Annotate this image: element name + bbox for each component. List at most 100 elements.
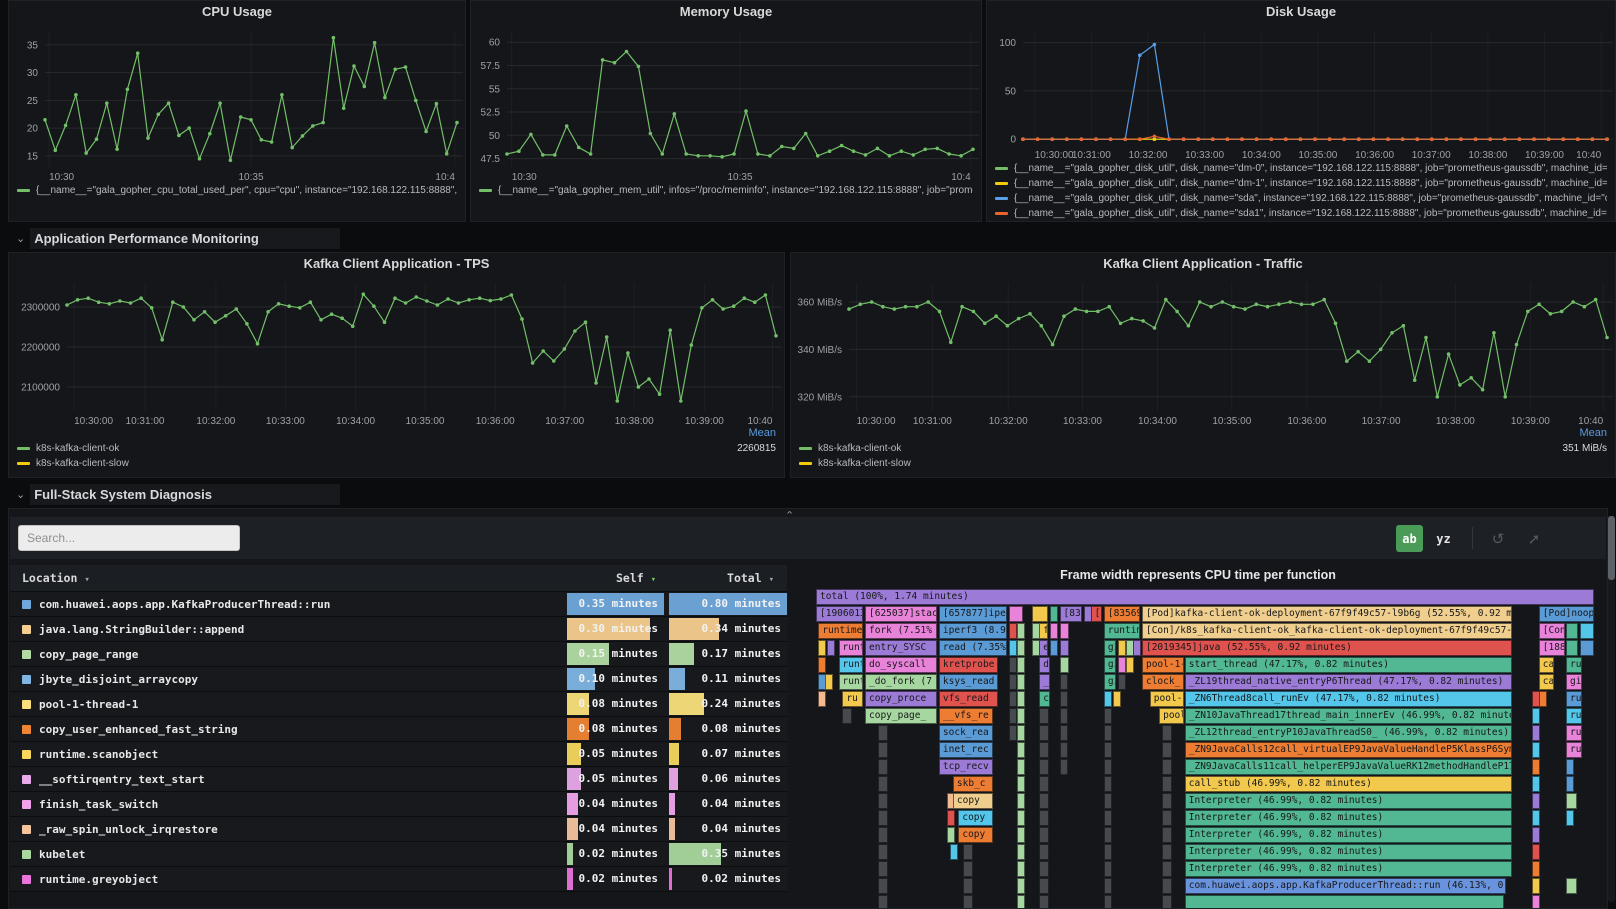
flame-frame[interactable]: ca — [1539, 674, 1554, 690]
vertical-scrollbar[interactable] — [1608, 516, 1615, 902]
collapsed-stack-pillar[interactable] — [1162, 861, 1172, 877]
collapsed-stack-pillar[interactable] — [963, 844, 973, 860]
flame-frame[interactable] — [1566, 759, 1574, 775]
flame-frame[interactable]: _d — [1039, 674, 1050, 690]
flame-frame[interactable] — [1532, 844, 1540, 860]
collapsed-stack-pillar[interactable] — [1039, 810, 1048, 826]
panel-title[interactable]: Disk Usage — [987, 1, 1615, 23]
flame-frame[interactable] — [1113, 691, 1121, 707]
disk-chart-canvas[interactable]: 05010010:30:0010:31:0010:32:0010:33:0010… — [987, 23, 1615, 161]
mean-column-header[interactable]: Mean — [791, 427, 1615, 441]
table-row[interactable]: _raw_spin_unlock_irqrestore0.04 minutes0… — [10, 817, 787, 842]
flame-frame[interactable]: [Con]/k — [1539, 623, 1565, 639]
flame-frame[interactable]: ksys_read — [939, 674, 998, 690]
legend-item[interactable]: {__name__="gala_gopher_disk_util", disk_… — [995, 191, 1607, 206]
flame-frame[interactable]: tcp_recv — [939, 759, 993, 775]
flame-frame[interactable] — [1017, 878, 1025, 894]
flame-frame[interactable] — [1017, 623, 1025, 639]
flame-frame[interactable] — [1050, 623, 1058, 639]
flame-frame[interactable]: do_syscall — [865, 657, 937, 673]
table-row[interactable]: runtime.scanobject0.05 minutes0.07 minut… — [10, 742, 787, 767]
collapsed-stack-pillar[interactable] — [1104, 895, 1112, 908]
collapsed-stack-pillar[interactable] — [878, 759, 887, 775]
flame-frame[interactable] — [1532, 793, 1540, 809]
collapsed-stack-pillar[interactable] — [1162, 895, 1172, 908]
collapsed-stack-pillar[interactable] — [1039, 776, 1048, 792]
column-header-total[interactable]: Total ▾ — [664, 565, 782, 591]
flame-frame[interactable] — [1017, 674, 1025, 690]
table-row[interactable]: copy_user_enhanced_fast_string0.08 minut… — [10, 717, 787, 742]
panel-title[interactable]: Kafka Client Application - TPS — [9, 253, 784, 275]
flame-frame[interactable]: en — [1039, 640, 1048, 656]
flame-frame[interactable] — [818, 640, 826, 656]
flame-frame[interactable]: Interpreter (46.99%, 0.82 minutes) — [1185, 827, 1512, 843]
flame-frame[interactable]: _ZN9JavaCalls11call_helperEP9JavaValueRK… — [1185, 759, 1512, 775]
flame-frame[interactable] — [947, 827, 955, 843]
collapsed-stack-pillar[interactable] — [1104, 844, 1112, 860]
flame-frame[interactable] — [1060, 657, 1069, 673]
flame-frame[interactable] — [1017, 742, 1025, 758]
flame-frame[interactable] — [1532, 895, 1540, 908]
flame-frame[interactable] — [1017, 691, 1025, 707]
text-mode-yz-button[interactable]: yz — [1430, 525, 1457, 552]
flame-frame[interactable]: pool — [1159, 708, 1184, 724]
collapsed-stack-pillar[interactable] — [1104, 810, 1112, 826]
collapsed-stack-pillar[interactable] — [1162, 827, 1172, 843]
flame-frame[interactable]: ru — [1566, 691, 1582, 707]
collapsed-stack-pillar[interactable] — [1162, 776, 1172, 792]
flame-frame[interactable]: gi — [1104, 674, 1116, 690]
collapsed-stack-pillar[interactable] — [1104, 776, 1112, 792]
flame-frame[interactable] — [1050, 640, 1058, 656]
flame-frame[interactable] — [1566, 810, 1574, 826]
collapsed-stack-pillar[interactable] — [1039, 725, 1048, 741]
table-row[interactable]: finish_task_switch0.04 minutes0.04 minut… — [10, 792, 787, 817]
table-row[interactable]: runtime.greyobject0.02 minutes0.02 minut… — [10, 867, 787, 892]
flame-frame[interactable] — [1185, 895, 1504, 908]
flame-frame[interactable] — [1539, 691, 1547, 707]
flame-frame[interactable]: [Pod]noop — [1539, 606, 1594, 622]
flame-frame[interactable]: runtime.g — [1104, 623, 1141, 639]
flame-frame[interactable]: clock_ — [1142, 674, 1184, 690]
collapsed-stack-pillar[interactable] — [1162, 878, 1172, 894]
flame-frame[interactable]: ru — [1566, 725, 1582, 741]
flame-frame[interactable]: ru — [1566, 657, 1582, 673]
flame-frame[interactable] — [950, 844, 958, 860]
collapsed-stack-pillar[interactable] — [1039, 895, 1048, 908]
collapsed-stack-pillar[interactable] — [1039, 759, 1048, 775]
flame-frame[interactable]: copy — [958, 810, 992, 826]
flame-frame[interactable] — [1532, 759, 1540, 775]
flame-frame[interactable] — [1133, 640, 1141, 656]
collapsed-stack-pillar[interactable] — [1104, 708, 1112, 724]
collapsed-stack-pillar[interactable] — [1162, 742, 1172, 758]
panel-title[interactable]: Memory Usage — [471, 1, 981, 23]
chevron-down-icon[interactable]: ⌄ — [16, 488, 25, 501]
section-diagnosis[interactable]: ⌄ Full-Stack System Diagnosis — [8, 483, 340, 505]
flame-frame[interactable] — [1050, 606, 1058, 622]
flame-frame[interactable] — [1580, 623, 1594, 639]
flame-frame[interactable] — [1566, 793, 1577, 809]
table-row[interactable]: java.lang.StringBuilder::append0.30 minu… — [10, 617, 787, 642]
panel-title[interactable]: Kafka Client Application - Traffic — [791, 253, 1615, 275]
legend-item[interactable]: {__name__="gala_gopher_disk_util", disk_… — [995, 206, 1607, 221]
scrollbar-thumb[interactable] — [1608, 516, 1615, 580]
collapsed-stack-pillar[interactable] — [1104, 878, 1112, 894]
legend-item[interactable]: k8s-kafka-client-slow — [799, 456, 1607, 471]
flame-frame[interactable] — [1032, 606, 1048, 622]
flame-frame[interactable] — [818, 657, 826, 673]
collapsed-stack-pillar[interactable] — [1039, 878, 1048, 894]
flame-frame[interactable]: total (100%, 1.74 minutes) — [816, 589, 1594, 605]
collapsed-stack-pillar[interactable] — [1162, 759, 1172, 775]
collapsed-stack-pillar[interactable] — [878, 895, 887, 908]
flame-frame[interactable]: com.huawei.aops.app.KafkaProducerThread:… — [1185, 878, 1506, 894]
table-row[interactable]: jbyte_disjoint_arraycopy0.10 minutes0.11… — [10, 667, 787, 692]
flame-frame[interactable]: Interpreter (46.99%, 0.82 minutes) — [1185, 844, 1512, 860]
flame-frame[interactable] — [947, 810, 955, 826]
flame-frame[interactable] — [1017, 810, 1025, 826]
flame-frame[interactable] — [1060, 623, 1069, 639]
collapsed-stack-pillar[interactable] — [1039, 708, 1048, 724]
flame-frame[interactable] — [1060, 640, 1069, 656]
flame-frame[interactable]: runt — [839, 657, 863, 673]
collapsed-stack-pillar[interactable] — [1162, 725, 1172, 741]
table-row[interactable]: kubelet0.02 minutes0.35 minutes — [10, 842, 787, 867]
flame-frame[interactable]: ru — [1566, 708, 1582, 724]
